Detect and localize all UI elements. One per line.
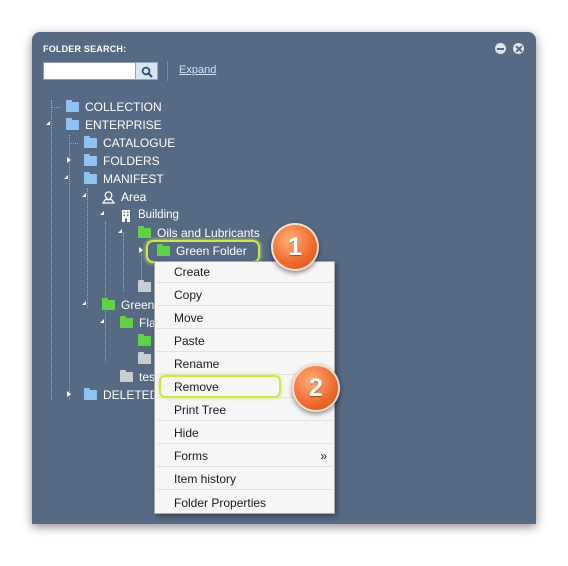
menu-item-forms[interactable]: Forms » xyxy=(157,446,332,467)
menu-item-label: Item history xyxy=(174,472,237,486)
collapse-toggle-icon[interactable] xyxy=(64,175,68,179)
folder-blue-icon xyxy=(84,154,97,166)
tree-node-label: MANIFEST xyxy=(103,172,164,186)
folder-blue-icon xyxy=(66,118,79,130)
callout-badge-1: 1 xyxy=(271,223,319,271)
tree-node-collection[interactable]: COLLECTION xyxy=(66,99,162,115)
menu-item-paste[interactable]: Paste xyxy=(157,331,332,352)
tree-node-label: Area xyxy=(121,190,147,204)
folder-gray-icon xyxy=(120,370,133,382)
folder-blue-icon xyxy=(84,388,97,400)
tree-guide-line xyxy=(69,135,70,400)
menu-item-label: Copy xyxy=(174,288,203,302)
tree-node-label: tes xyxy=(139,370,156,384)
tree-node-label: Green xyxy=(121,298,155,312)
tree-node-label: Oils and Lubricants xyxy=(157,226,260,240)
menu-item-move[interactable]: Move xyxy=(157,308,332,329)
folder-blue-icon xyxy=(66,100,79,112)
callout-badge-2: 2 xyxy=(292,364,340,412)
tree-guide-line xyxy=(69,143,78,144)
collapse-toggle-icon[interactable] xyxy=(46,121,50,125)
menu-item-label: Move xyxy=(174,311,204,325)
collapse-toggle-icon[interactable] xyxy=(100,211,104,215)
tree-node-tes[interactable]: tes xyxy=(120,369,155,385)
tree-node-building[interactable]: Building xyxy=(120,207,179,223)
tree-node-green[interactable]: Green xyxy=(102,297,154,313)
tree-guide-line xyxy=(51,107,61,108)
tree-node-deleted[interactable]: DELETED xyxy=(84,387,158,403)
tree-node-fla[interactable]: Fla xyxy=(120,315,156,331)
tree-node-label: FOLDERS xyxy=(103,154,160,168)
expand-toggle-icon[interactable] xyxy=(67,157,71,163)
expand-toggle-icon[interactable] xyxy=(67,391,71,397)
menu-item-label: Forms xyxy=(174,449,208,463)
tree-guide-line xyxy=(123,232,124,292)
menu-item-label: Create xyxy=(174,265,211,279)
tree-node-enterprise[interactable]: ENTERPRISE xyxy=(66,117,162,133)
collapse-toggle-icon[interactable] xyxy=(100,319,104,323)
folder-gray-icon xyxy=(138,280,151,292)
menu-item-copy[interactable]: Copy xyxy=(157,285,332,306)
expand-toggle-icon[interactable] xyxy=(139,247,143,253)
menu-item-label: Folder Properties xyxy=(174,495,267,510)
tree-node-label: ENTERPRISE xyxy=(85,118,162,132)
tree-node-label: COLLECTION xyxy=(85,100,162,114)
tree-node-folders[interactable]: FOLDERS xyxy=(84,153,160,169)
submenu-arrow-icon: » xyxy=(320,449,327,463)
collapse-toggle-icon[interactable] xyxy=(82,193,86,197)
tree-node-manifest[interactable]: MANIFEST xyxy=(84,171,164,187)
tree-node-oils-and-lubricants[interactable]: Oils and Lubricants xyxy=(138,225,260,241)
tree-node-label: Green Folder xyxy=(176,244,247,258)
tree-guide-line xyxy=(51,100,52,400)
menu-item-label: Hide xyxy=(174,426,199,440)
collapse-toggle-icon[interactable] xyxy=(82,301,86,305)
folder-green-icon xyxy=(138,334,151,346)
folder-green-icon xyxy=(138,226,151,238)
folder-blue-icon xyxy=(84,136,97,148)
folder-gray-icon xyxy=(138,352,151,364)
remove-item-highlight xyxy=(159,375,281,398)
tree-node-green-folder[interactable]: Green Folder xyxy=(157,243,247,259)
tree-guide-line xyxy=(87,188,88,308)
building-icon xyxy=(122,209,130,222)
tree-node-catalogue[interactable]: CATALOGUE xyxy=(84,135,175,151)
tree-node-label: DELETED xyxy=(103,388,159,402)
folder-green-icon xyxy=(157,244,170,256)
tree-guide-line xyxy=(105,222,106,362)
menu-item-label: Rename xyxy=(174,357,220,371)
tree-node-label: CATALOGUE xyxy=(103,136,176,150)
folder-blue-icon xyxy=(84,172,97,184)
area-map-icon xyxy=(102,190,115,204)
menu-item-label: Print Tree xyxy=(174,403,227,417)
menu-item-item-history[interactable]: Item history xyxy=(157,469,332,490)
tree-node-area[interactable]: Area xyxy=(102,189,146,205)
menu-item-folder-properties[interactable]: Folder Properties xyxy=(157,492,332,513)
menu-item-label: Paste xyxy=(174,334,205,348)
collapse-toggle-icon[interactable] xyxy=(118,229,122,233)
tree-node-label: Building xyxy=(138,209,179,221)
menu-item-hide[interactable]: Hide xyxy=(157,423,332,444)
folder-green-icon xyxy=(120,316,133,328)
folder-green-icon xyxy=(102,298,115,310)
